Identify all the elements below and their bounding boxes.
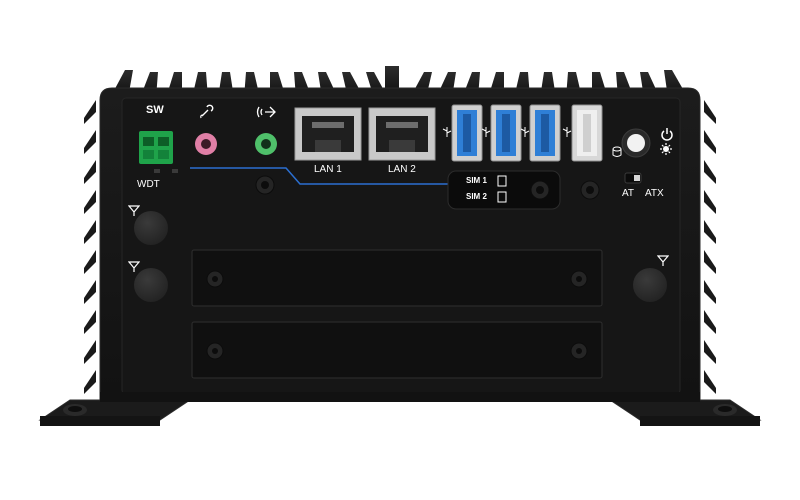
lan1-port: [294, 107, 362, 161]
power-icon: [661, 128, 673, 141]
right-heatsink-fins: [704, 100, 716, 394]
line-out-icon: [256, 106, 276, 118]
usb3-icon: [520, 127, 530, 137]
usb2-port: [571, 104, 603, 162]
power-terminal-block: [139, 131, 173, 164]
panel-screw: [580, 180, 600, 200]
left-heatsink-fins: [84, 100, 96, 394]
antenna-cap-3: [633, 268, 667, 302]
panel-screw: [255, 175, 275, 195]
atx-label: ATX: [645, 188, 664, 199]
usb3-port-3: [529, 104, 561, 162]
antenna-icon: [657, 255, 669, 266]
expansion-slot-cover-2: [191, 321, 603, 379]
usb3-icon: [481, 127, 491, 137]
reset-led: [172, 169, 178, 173]
usb-icon: [562, 127, 572, 137]
lan2-port: [368, 107, 436, 161]
microphone-icon: [200, 104, 214, 119]
reset-icon: [660, 143, 672, 155]
sw-label: SW: [146, 104, 164, 116]
right-mounting-bracket: [608, 399, 762, 426]
line-out-jack: [255, 133, 277, 155]
expansion-slot-cover-1: [191, 249, 603, 307]
wdt-label: WDT: [137, 179, 160, 190]
bottom-ledge: [100, 392, 700, 402]
at-label: AT: [622, 188, 635, 199]
lan2-label: LAN 2: [388, 164, 416, 175]
left-mounting-bracket: [38, 399, 192, 426]
at-atx-switch: [624, 172, 642, 184]
antenna-icon: [128, 205, 140, 216]
mic-jack: [195, 133, 217, 155]
chassis-drawing: [38, 66, 762, 426]
usb3-port-1: [451, 104, 483, 162]
usb3-port-2: [490, 104, 522, 162]
antenna-cap-2: [134, 268, 168, 302]
lan1-label: LAN 1: [314, 164, 342, 175]
sim2-label: SIM 2: [466, 192, 487, 201]
power-button: [621, 128, 651, 158]
usb3-icon: [442, 127, 452, 137]
sim-tray: [447, 170, 561, 210]
wdt-led: [154, 169, 160, 173]
industrial-pc-front-panel: SW WDT LAN 1 LAN 2 SIM 1 SIM 2 AT ATX: [0, 0, 800, 500]
sim1-label: SIM 1: [466, 176, 487, 185]
hdd-led-icon: [612, 146, 622, 157]
antenna-icon: [128, 261, 140, 272]
